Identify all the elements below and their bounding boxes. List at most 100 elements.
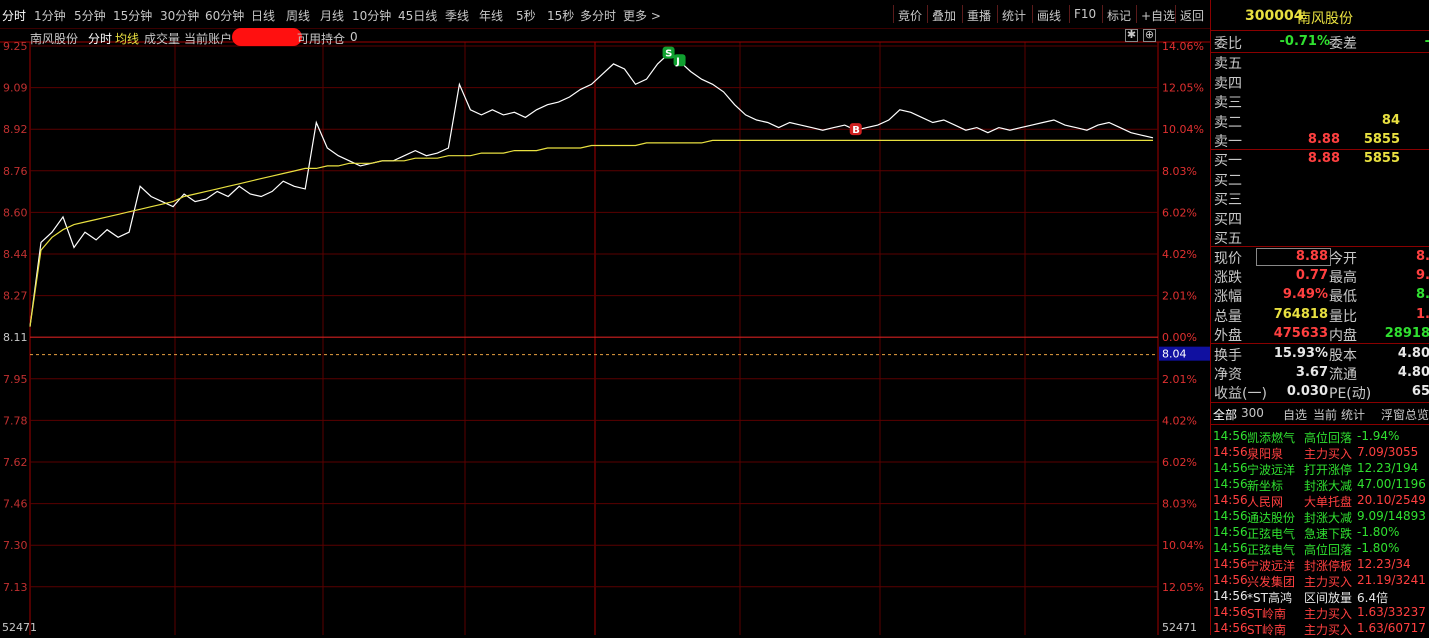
svg-text:S: S bbox=[665, 49, 672, 60]
ticker-item[interactable]: 14:56 新坐标 封涨大减 47.00/1196 bbox=[1211, 476, 1429, 493]
info-label-2: 流通 bbox=[1329, 367, 1357, 384]
quote-label-2: 最低 bbox=[1329, 289, 1357, 306]
period-tab-5[interactable]: 60分钟 bbox=[205, 7, 244, 24]
intraday-chart[interactable]: 南风股份 分时 均线 成交量 当前账户 可用持仓 0 ✱ ⊕ 9.25 14.06… bbox=[0, 28, 1211, 635]
mode-label[interactable]: 分时 bbox=[88, 30, 112, 47]
ticker-tab-6[interactable]: 总览 bbox=[1405, 406, 1429, 423]
buy-row-2[interactable]: 买三 bbox=[1211, 188, 1429, 208]
tool-button-2[interactable]: 重播 bbox=[967, 7, 991, 24]
ticker-tab-3[interactable]: 当前 bbox=[1313, 406, 1337, 423]
quote-value-2: 8. bbox=[1416, 287, 1429, 303]
info-value: 0.030 bbox=[1286, 384, 1328, 400]
ticker-item[interactable]: 14:56 泉阳泉 主力买入 7.09/3055 bbox=[1211, 444, 1429, 461]
sell-label: 卖四 bbox=[1214, 75, 1242, 92]
pct-tick-12: 10.04% bbox=[1162, 539, 1204, 552]
tool-button-1[interactable]: 叠加 bbox=[932, 7, 956, 24]
ticker-time: 14:56 bbox=[1213, 445, 1248, 459]
sell-row-1[interactable]: 卖四 bbox=[1211, 72, 1429, 92]
trade-marker-b[interactable]: B bbox=[849, 123, 862, 136]
ticker-tab-5[interactable]: 浮窗 bbox=[1381, 406, 1405, 423]
ticker-item[interactable]: 14:56 正弦电气 急速下跌 -1.80% bbox=[1211, 524, 1429, 541]
sell-volume: 84 bbox=[1381, 112, 1400, 128]
trade-marker-j[interactable]: J bbox=[673, 54, 686, 67]
trade-marker-s[interactable]: S bbox=[662, 46, 675, 60]
ticker-item[interactable]: 14:56 兴发集团 主力买入 21.19/3241 bbox=[1211, 572, 1429, 589]
quote-label: 涨幅 bbox=[1214, 289, 1242, 306]
tool-button-5[interactable]: F10 bbox=[1074, 7, 1096, 21]
ticker-item[interactable]: 14:56 人民网 大单托盘 20.10/2549 bbox=[1211, 492, 1429, 509]
ticker-tab-1[interactable]: 300 bbox=[1241, 406, 1264, 420]
period-tab-1[interactable]: 1分钟 bbox=[34, 7, 66, 24]
tool-button-0[interactable]: 竟价 bbox=[898, 7, 922, 24]
sell-label: 卖一 bbox=[1214, 134, 1242, 150]
quote-row-2: 涨幅 9.49% 最低 8. bbox=[1211, 285, 1429, 306]
period-tab-13[interactable]: 5秒 bbox=[516, 7, 536, 24]
buy-row-0[interactable]: 买一 8.88 5855 bbox=[1211, 149, 1429, 169]
info-value-2: 65 bbox=[1411, 384, 1429, 400]
period-tab-3[interactable]: 15分钟 bbox=[113, 7, 152, 24]
ticker-time: 14:56 bbox=[1213, 477, 1248, 491]
period-tab-4[interactable]: 30分钟 bbox=[160, 7, 199, 24]
weibi-value: -0.71% bbox=[1279, 34, 1331, 49]
pct-tick-6: 2.01% bbox=[1162, 290, 1197, 303]
buy-label: 买五 bbox=[1214, 231, 1242, 247]
tool-separator bbox=[927, 5, 928, 23]
period-tab-16[interactable]: 更多 > bbox=[623, 7, 661, 24]
tool-button-3[interactable]: 统计 bbox=[1002, 7, 1026, 24]
sell-row-3[interactable]: 卖二 84 bbox=[1211, 111, 1429, 131]
period-tab-10[interactable]: 45日线 bbox=[398, 7, 437, 24]
period-tab-8[interactable]: 月线 bbox=[320, 7, 344, 24]
ticker-item[interactable]: 14:56 *ST高鸿 区间放量 6.4倍 bbox=[1211, 588, 1429, 605]
ticker-tab-0[interactable]: 全部 bbox=[1213, 406, 1237, 423]
sell-row-0[interactable]: 卖五 bbox=[1211, 52, 1429, 72]
sell-row-4[interactable]: 卖一 8.88 5855 bbox=[1211, 130, 1429, 150]
tool-button-7[interactable]: +自选 bbox=[1141, 7, 1175, 24]
ticker-value: 9.09/14893 bbox=[1357, 509, 1426, 523]
period-tab-11[interactable]: 季线 bbox=[445, 7, 469, 24]
period-tab-6[interactable]: 日线 bbox=[251, 7, 275, 24]
ticker-item[interactable]: 14:56 ST岭南 主力买入 1.63/33237 bbox=[1211, 604, 1429, 621]
pct-tick-13: 12.05% bbox=[1162, 581, 1204, 594]
period-tab-15[interactable]: 多分时 bbox=[580, 7, 616, 24]
quote-label: 涨跌 bbox=[1214, 270, 1242, 287]
tool-button-6[interactable]: 标记 bbox=[1107, 7, 1131, 24]
avg-label[interactable]: 均线 bbox=[115, 30, 139, 47]
settings-icon[interactable]: ✱ bbox=[1125, 29, 1138, 42]
stock-name: 南风股份 bbox=[30, 32, 79, 46]
ticker-item[interactable]: 14:56 宁波远洋 打开涨停 12.23/194 bbox=[1211, 460, 1429, 477]
info-label-2: 股本 bbox=[1329, 348, 1357, 364]
quote-value: 9.49% bbox=[1282, 287, 1328, 303]
quote-label: 总量 bbox=[1214, 308, 1242, 325]
buy-row-1[interactable]: 买二 bbox=[1211, 169, 1429, 189]
buy-row-3[interactable]: 买四 bbox=[1211, 208, 1429, 228]
pct-tick-2: 10.04% bbox=[1162, 123, 1204, 136]
period-tab-7[interactable]: 周线 bbox=[286, 7, 310, 24]
ticker-item[interactable]: 14:56 宁波远洋 封涨停板 12.23/34 bbox=[1211, 556, 1429, 573]
ticker-time: 14:56 bbox=[1213, 541, 1248, 555]
period-tab-14[interactable]: 15秒 bbox=[547, 7, 574, 24]
buy-row-4[interactable]: 买五 bbox=[1211, 227, 1429, 247]
zoom-icon[interactable]: ⊕ bbox=[1143, 29, 1156, 42]
sell-label: 卖三 bbox=[1214, 95, 1242, 111]
volume-label[interactable]: 成交量 bbox=[144, 30, 180, 47]
period-tab-9[interactable]: 10分钟 bbox=[352, 7, 391, 24]
quote-panel: 300004 南风股份 委比 -0.71% 委差 - 卖五卖四卖三卖二 84 卖一 8… bbox=[1210, 0, 1429, 637]
pct-tick-7: 0.00% bbox=[1162, 331, 1197, 344]
ticker-tab-4[interactable]: 统计 bbox=[1341, 406, 1365, 423]
ticker-tab-2[interactable]: 自选 bbox=[1283, 406, 1307, 423]
period-tab-12[interactable]: 年线 bbox=[479, 7, 503, 24]
period-tab-0[interactable]: 分时 bbox=[2, 7, 26, 24]
account-label[interactable]: 当前账户 bbox=[184, 30, 232, 47]
chart-canvas[interactable]: 9.25 14.06% 9.09 12.05% 8.92 10.04% 8.76 8.03% 8… bbox=[0, 28, 1211, 635]
period-tab-2[interactable]: 5分钟 bbox=[74, 7, 106, 24]
ticker-item[interactable]: 14:56 凯添燃气 高位回落 -1.94% bbox=[1211, 428, 1429, 445]
ticker-item[interactable]: 14:56 ST岭南 主力买入 1.63/60717 bbox=[1211, 620, 1429, 637]
ticker-item[interactable]: 14:56 通达股份 封涨大减 9.09/14893 bbox=[1211, 508, 1429, 525]
price-tick-3: 8.76 bbox=[3, 165, 28, 178]
sell-row-2[interactable]: 卖三 bbox=[1211, 91, 1429, 111]
ticker-value: 1.63/33237 bbox=[1357, 605, 1426, 619]
ticker-item[interactable]: 14:56 正弦电气 高位回落 -1.80% bbox=[1211, 540, 1429, 557]
weicha-value: - bbox=[1425, 34, 1429, 49]
tool-button-4[interactable]: 画线 bbox=[1037, 7, 1061, 24]
tool-button-8[interactable]: 返回 bbox=[1180, 7, 1204, 24]
